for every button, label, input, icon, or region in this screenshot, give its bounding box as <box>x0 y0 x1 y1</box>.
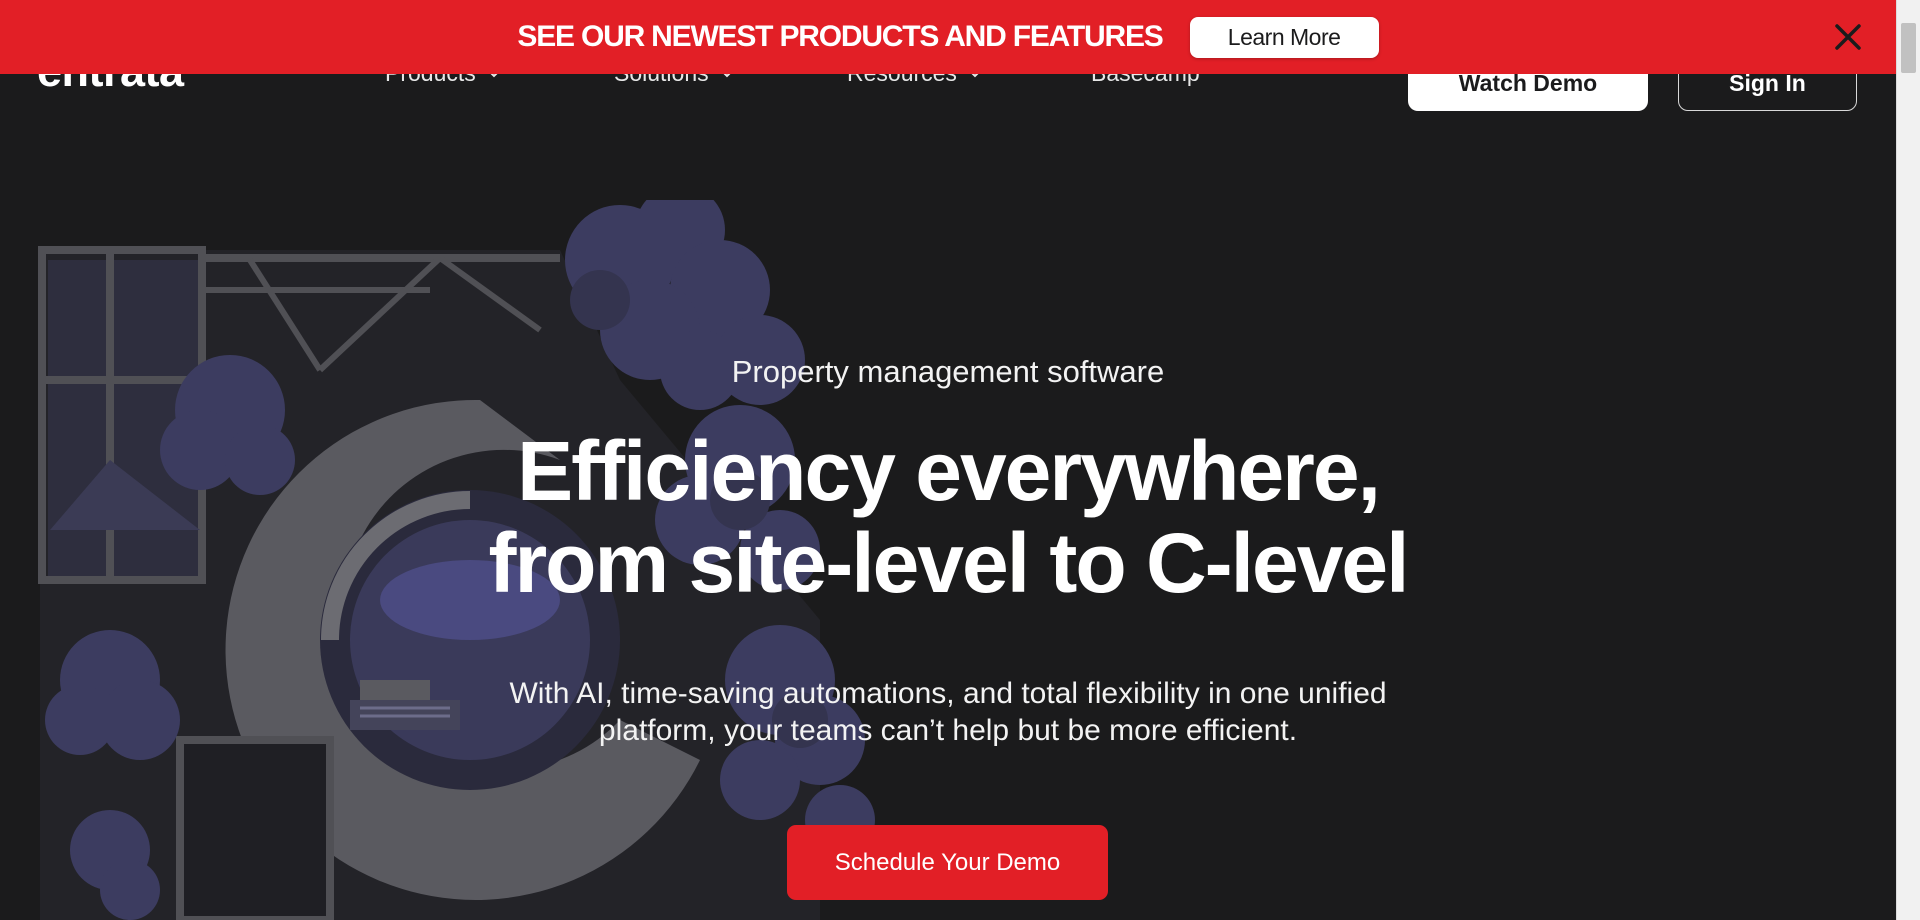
hero-headline-line1: Efficiency everywhere, <box>517 424 1381 518</box>
hero-headline: Efficiency everywhere, from site-level t… <box>0 425 1896 609</box>
hero-subtext: With AI, time-saving automations, and to… <box>509 677 1387 747</box>
schedule-demo-button[interactable]: Schedule Your Demo <box>787 825 1108 900</box>
page-scrollbar[interactable] <box>1896 0 1920 920</box>
hero-headline-line2: from site-level to C-level <box>488 516 1410 610</box>
hero-eyebrow: Property management software <box>731 354 1165 389</box>
learn-more-button[interactable]: Learn More <box>1189 16 1379 58</box>
close-icon[interactable] <box>1833 22 1863 52</box>
announcement-banner: SEE OUR NEWEST PRODUCTS AND FEATURES Lea… <box>0 0 1896 74</box>
banner-text: SEE OUR NEWEST PRODUCTS AND FEATURES <box>517 20 1163 53</box>
scrollbar-thumb[interactable] <box>1901 23 1916 73</box>
